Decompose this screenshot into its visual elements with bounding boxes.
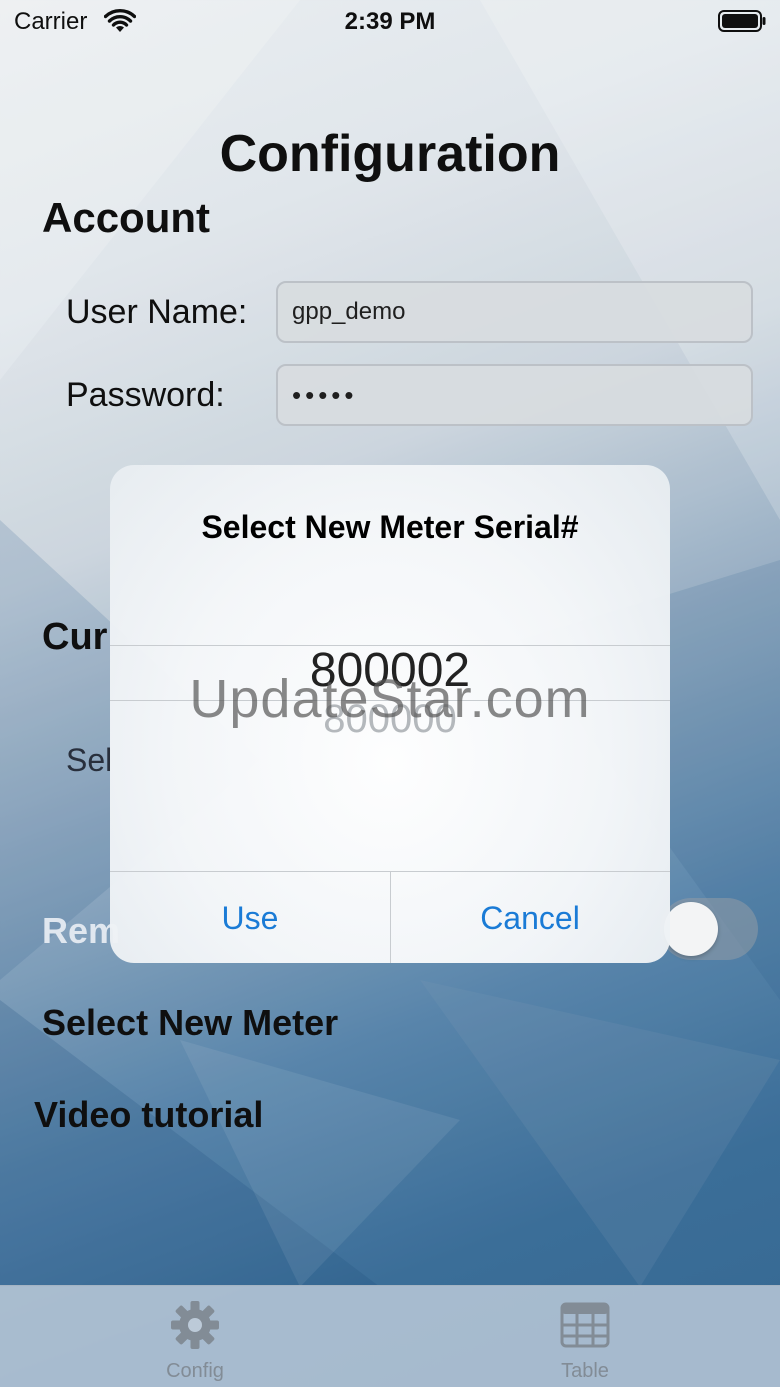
cancel-button[interactable]: Cancel [390,872,670,963]
alert-title: Select New Meter Serial# [201,509,579,545]
use-button[interactable]: Use [110,872,390,963]
alert-button-row: Use Cancel [110,871,670,963]
watermark: UpdateStar.com [189,669,591,729]
